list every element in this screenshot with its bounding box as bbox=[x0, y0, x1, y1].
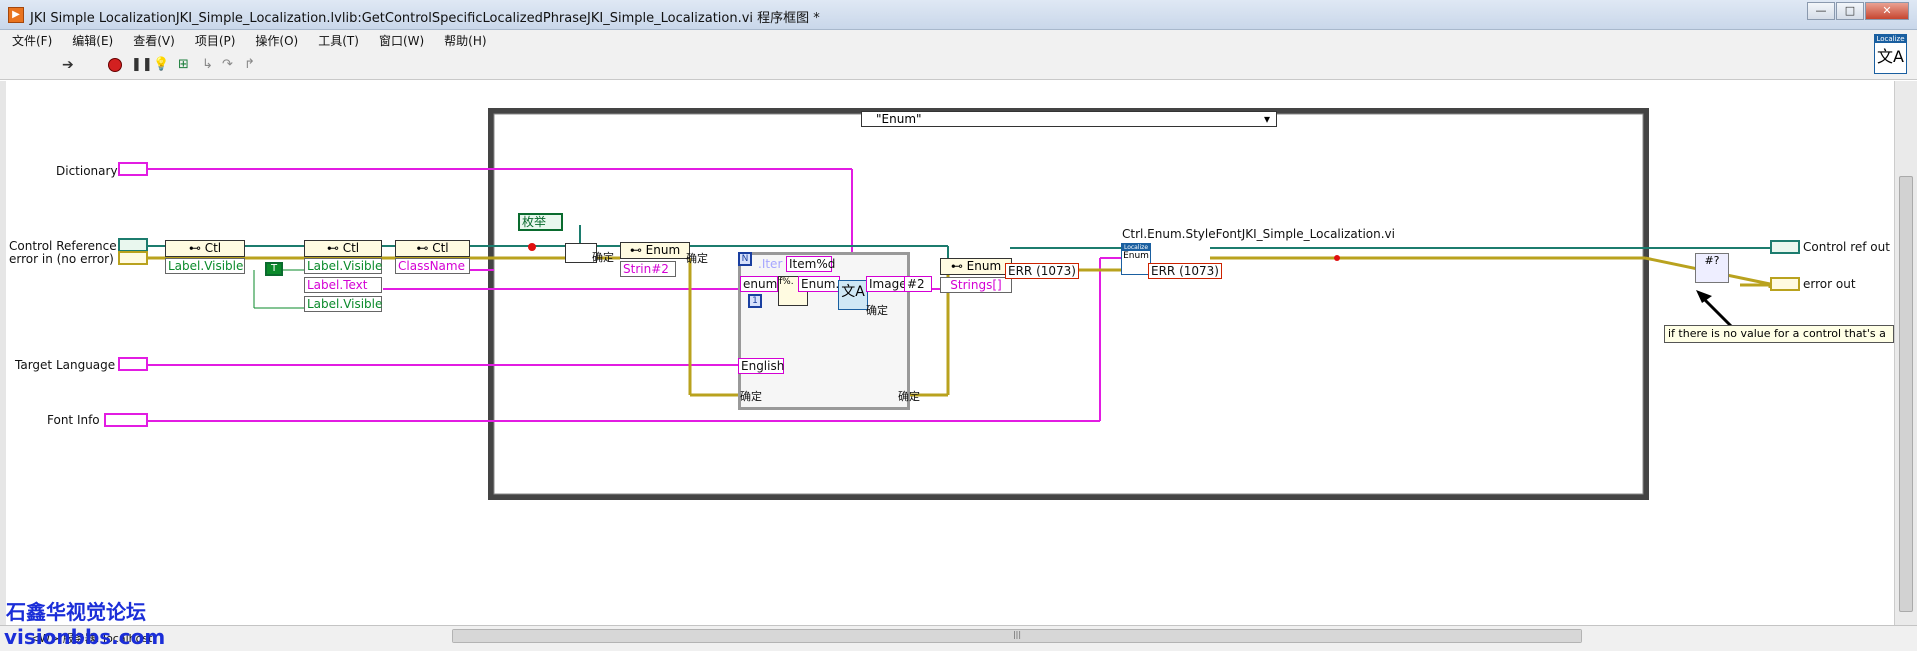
english-constant[interactable]: English bbox=[738, 358, 784, 374]
property-node-enum-1[interactable]: ⊷ Enum bbox=[620, 242, 690, 259]
vertical-scrollbar[interactable] bbox=[1894, 81, 1917, 625]
enum1-class: Enum bbox=[645, 243, 681, 257]
prop-strings-array[interactable]: Strings[] bbox=[940, 277, 1012, 293]
watermark-chinese: 石鑫华视觉论坛 bbox=[6, 600, 146, 624]
target-language-label: Target Language bbox=[15, 358, 116, 372]
ctl2-class: Ctl bbox=[342, 241, 360, 255]
enum-constant[interactable]: 枚举 bbox=[518, 213, 563, 231]
true-constant[interactable]: T bbox=[265, 262, 283, 276]
index-constant[interactable]: 1 bbox=[748, 294, 762, 308]
confirm-label-5: 确定 bbox=[898, 390, 920, 403]
error-in-label: error in (no error) bbox=[9, 252, 114, 266]
key-icon: ⊷ bbox=[326, 241, 343, 255]
key-icon: ⊷ bbox=[188, 241, 205, 255]
control-ref-out-label: Control ref out bbox=[1803, 240, 1890, 254]
property-node-enum-2[interactable]: ⊷ Enum bbox=[940, 258, 1012, 275]
prop-label-visible-3[interactable]: Label.Visible bbox=[304, 296, 382, 312]
control-reference-terminal[interactable] bbox=[118, 238, 148, 252]
font-info-terminal[interactable] bbox=[104, 413, 148, 427]
subvi-label: Ctrl.Enum.StyleFontJKI_Simple_Localizati… bbox=[1122, 227, 1395, 241]
loop-enum2-label[interactable]: Enum. bbox=[798, 276, 840, 292]
chevron-down-icon: ▾ bbox=[1263, 112, 1270, 126]
dictionary-terminal[interactable] bbox=[118, 162, 148, 176]
confirm-label-3: 确定 bbox=[866, 304, 888, 317]
case-selector-value: "Enum" bbox=[876, 112, 922, 126]
horizontal-scrollbar[interactable]: ||| bbox=[452, 629, 1582, 643]
control-reference-label: Control Reference bbox=[9, 239, 117, 253]
error-out-terminal[interactable] bbox=[1770, 277, 1800, 291]
font-info-label: Font Info bbox=[47, 413, 100, 427]
prop-strings-2[interactable]: Strin#2 bbox=[620, 261, 676, 277]
confirm-label-1: 确定 bbox=[592, 251, 614, 264]
ctl3-class: Ctl bbox=[432, 241, 449, 255]
ctl1-class: Ctl bbox=[204, 241, 222, 255]
format-string-constant[interactable]: Item%d bbox=[786, 256, 835, 272]
loop-iter-label: .Iter bbox=[758, 257, 783, 271]
loop-count-terminal[interactable]: N bbox=[738, 252, 752, 266]
subvi-icon-text: Enum bbox=[1123, 251, 1149, 261]
dictionary-label: Dictionary bbox=[56, 164, 118, 178]
control-ref-out-terminal[interactable] bbox=[1770, 240, 1800, 254]
loop-enum-label[interactable]: enum bbox=[740, 276, 778, 292]
key-icon: ⊷ bbox=[416, 241, 433, 255]
property-node-ctl-3[interactable]: ⊷ Ctl bbox=[395, 240, 470, 257]
enum-const-label: 枚举 bbox=[522, 215, 547, 229]
confirm-label-4: 确定 bbox=[740, 390, 762, 403]
prop-label-visible-1[interactable]: Label.Visible bbox=[165, 258, 245, 274]
property-node-ctl-2[interactable]: ⊷ Ctl bbox=[304, 240, 382, 257]
error-in-terminal[interactable] bbox=[118, 251, 148, 265]
prop-label-text[interactable]: Label.Text bbox=[304, 277, 382, 293]
key-icon: ⊷ bbox=[629, 243, 646, 257]
error-out-label: error out bbox=[1803, 277, 1856, 291]
vertical-scroll-thumb[interactable] bbox=[1899, 176, 1913, 612]
free-label-comment: if there is no value for a control that'… bbox=[1664, 325, 1894, 343]
property-node-ctl-1[interactable]: ⊷ Ctl bbox=[165, 240, 245, 257]
status-bar: <W> 服务器: localhost ||| bbox=[0, 625, 1917, 651]
wire-layer bbox=[148, 108, 1772, 500]
target-language-terminal[interactable] bbox=[118, 357, 148, 371]
error-cluster-1073-a[interactable]: ERR (1073) bbox=[1005, 263, 1079, 279]
error-cluster-1073-b[interactable]: ERR (1073) bbox=[1148, 263, 1222, 279]
horizontal-scroll-thumb[interactable]: ||| bbox=[453, 630, 1581, 642]
clear-error-node-icon[interactable]: #? bbox=[1695, 253, 1729, 283]
subvi-icon[interactable]: Localize Enum bbox=[1121, 243, 1151, 275]
case-selector[interactable]: "Enum" ▾ bbox=[861, 111, 1277, 127]
key-icon: ⊷ bbox=[950, 259, 967, 273]
localize-subvi-icon[interactable]: 文A bbox=[838, 280, 868, 310]
prop-label-visible-2[interactable]: Label.Visible bbox=[304, 258, 382, 274]
loop-hash-2[interactable]: #2 bbox=[904, 276, 932, 292]
prop-classname[interactable]: ClassName bbox=[395, 258, 470, 274]
confirm-label-2: 确定 bbox=[686, 252, 708, 265]
loop-image-label[interactable]: Image bbox=[866, 276, 907, 292]
enum2-class: Enum bbox=[966, 259, 1002, 273]
watermark-url: visionbbs.com bbox=[4, 625, 166, 649]
